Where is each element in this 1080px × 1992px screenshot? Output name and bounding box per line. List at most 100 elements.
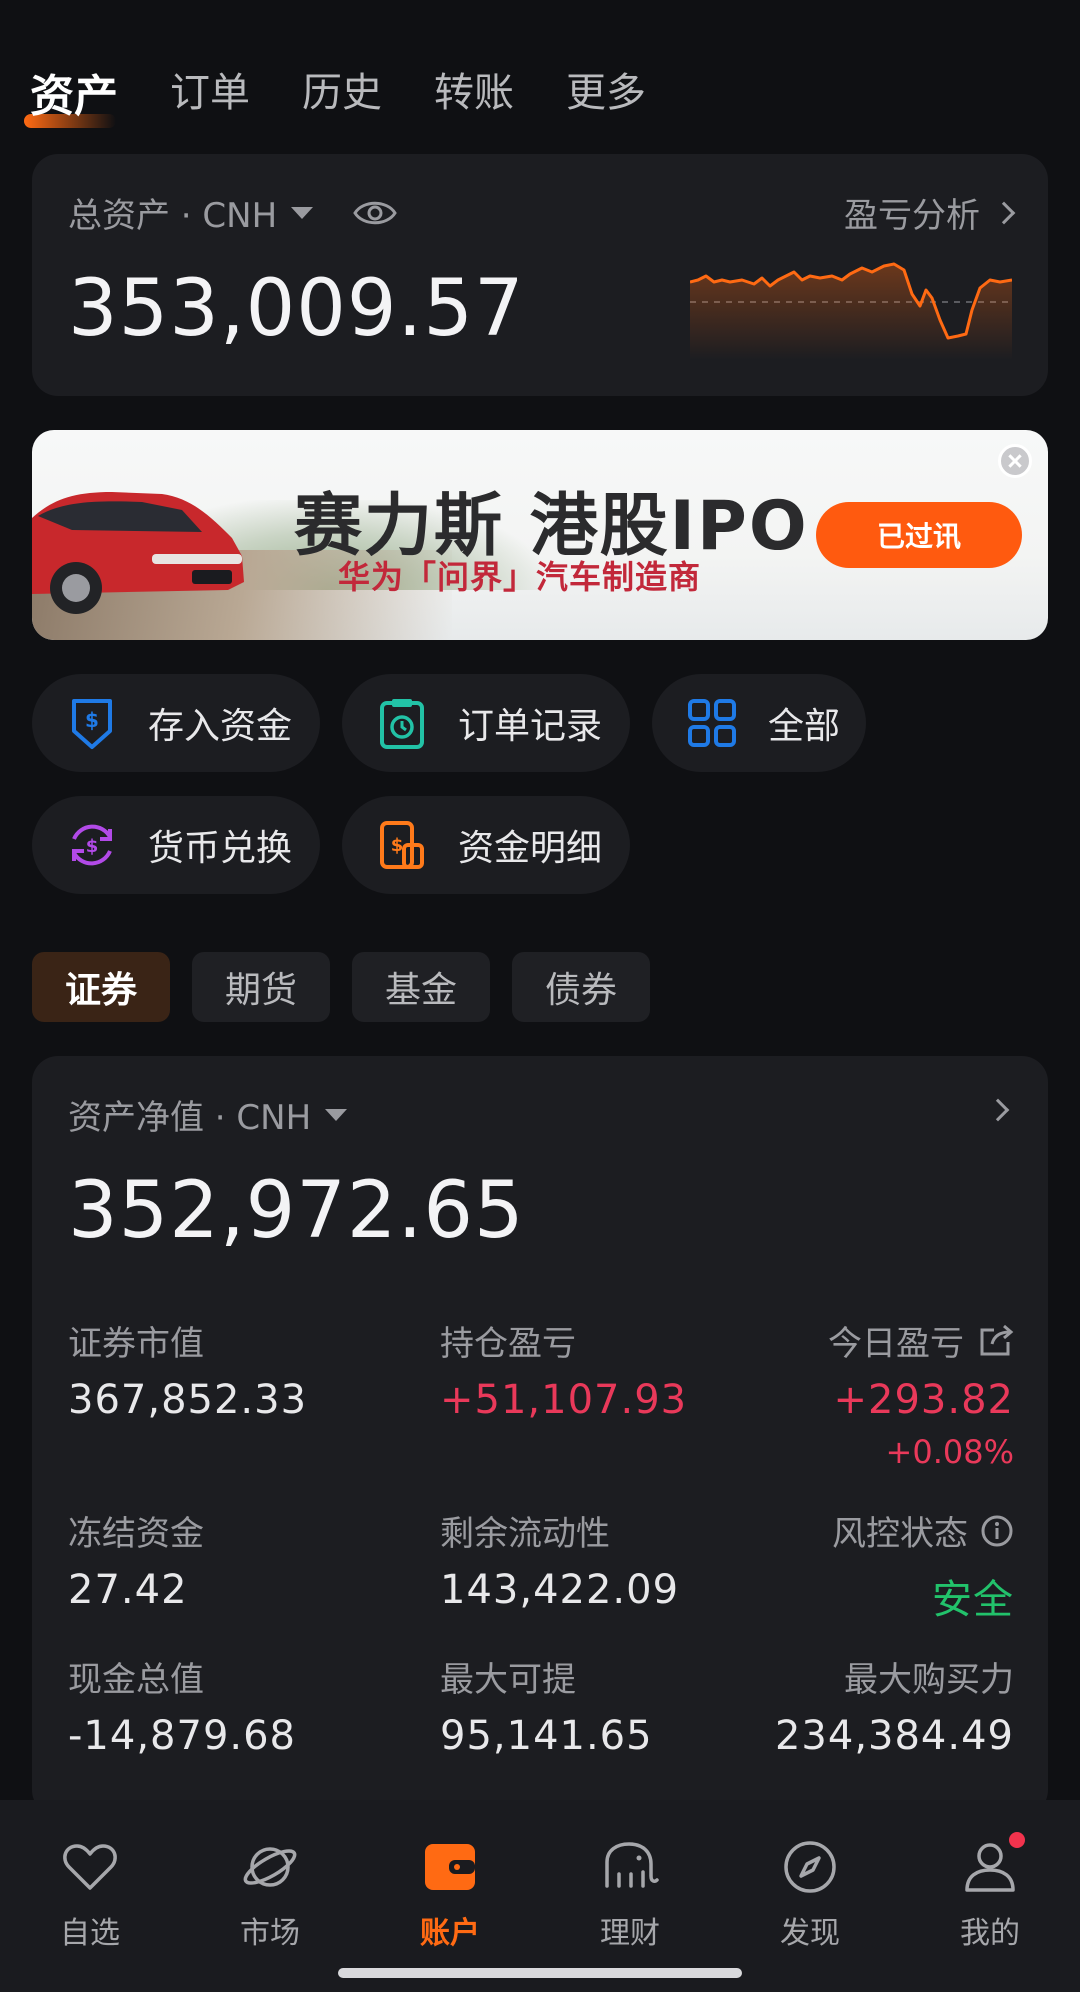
currency-exchange-button[interactable]: $ 货币兑换 (32, 796, 320, 894)
liquidity-cell: 剩余流动性 143,422.09 (440, 1506, 679, 1613)
tab-transfer[interactable]: 转账 (434, 60, 514, 124)
deposit-button[interactable]: $ 存入资金 (32, 674, 320, 772)
frozen-funds-cell: 冻结资金 27.42 (68, 1506, 204, 1613)
risk-status-cell: 风控状态 安全 (832, 1506, 1014, 1625)
max-withdraw-label: 最大可提 (440, 1660, 576, 1700)
today-pnl-value: +293.82 (833, 1377, 1014, 1423)
close-icon[interactable] (998, 444, 1032, 478)
frozen-funds-label: 冻结资金 (68, 1514, 204, 1554)
fund-details-button[interactable]: $ 资金明细 (342, 796, 630, 894)
nav-watchlist[interactable]: 自选 (15, 1836, 165, 1992)
share-icon[interactable] (976, 1324, 1014, 1358)
tab-orders[interactable]: 订单 (170, 60, 250, 124)
currency-exchange-icon: $ (72, 824, 112, 866)
nav-market[interactable]: 市场 (195, 1836, 345, 1992)
pnl-analysis-link[interactable]: 盈亏分析 (844, 188, 1016, 237)
all-actions-label: 全部 (768, 706, 841, 747)
total-assets-value: 353,009.57 (68, 264, 525, 354)
deposit-label: 存入资金 (148, 706, 293, 747)
nav-me[interactable]: 我的 (915, 1832, 1065, 1992)
frozen-funds-value: 27.42 (68, 1567, 188, 1613)
cash-total-label: 现金总值 (68, 1660, 204, 1700)
position-pnl-label: 持仓盈亏 (440, 1324, 576, 1364)
svg-text:$: $ (85, 708, 99, 732)
grid-icon (688, 699, 736, 747)
max-withdraw-value: 95,141.65 (440, 1713, 653, 1759)
compass-icon (784, 1841, 836, 1893)
svg-text:$: $ (391, 835, 404, 856)
nav-discover[interactable]: 发现 (735, 1836, 885, 1992)
today-pnl-percent: +0.08% (885, 1433, 1014, 1471)
sparkline-area (690, 264, 1012, 360)
chevron-right-icon (992, 201, 1016, 224)
banner-subtitle: 华为「问界」汽车制造商 (338, 558, 702, 596)
liquidity-value: 143,422.09 (440, 1567, 680, 1613)
tab-futures[interactable]: 期货 (192, 952, 330, 1022)
cash-total-value: -14,879.68 (68, 1713, 297, 1759)
nav-account-label: 账户 (420, 1916, 480, 1951)
order-records-button[interactable]: 订单记录 (342, 674, 630, 772)
home-indicator (338, 1968, 742, 1978)
tab-funds[interactable]: 基金 (352, 952, 490, 1022)
net-assets-card[interactable]: 资产净值 · CNH 352,972.65 证券市值 367,852.33 持仓… (32, 1056, 1048, 1816)
nav-discover-label: 发现 (780, 1916, 840, 1951)
tab-more[interactable]: 更多 (566, 60, 646, 124)
nav-watchlist-label: 自选 (60, 1916, 120, 1951)
eye-icon[interactable] (353, 198, 397, 228)
currency-dropdown-icon[interactable] (291, 206, 314, 219)
clipboard-clock-icon (380, 699, 424, 749)
account-type-tabs: 证券 期货 基金 债券 (32, 952, 650, 1022)
deposit-icon: $ (72, 699, 112, 749)
heart-icon (63, 1844, 117, 1890)
market-value-cell: 证券市值 367,852.33 (68, 1316, 307, 1423)
pnl-analysis-label: 盈亏分析 (844, 196, 980, 236)
today-pnl-cell: 今日盈亏 +293.82 +0.08% (828, 1316, 1014, 1471)
svg-text:$: $ (86, 836, 99, 857)
position-pnl-cell: 持仓盈亏 +51,107.93 (440, 1316, 687, 1423)
position-pnl-value: +51,107.93 (440, 1377, 688, 1423)
net-assets-label: 资产净值 · CNH (68, 1098, 312, 1138)
market-value-value: 367,852.33 (68, 1377, 308, 1423)
order-records-label: 订单记录 (458, 706, 603, 747)
notification-dot (1009, 1832, 1025, 1848)
tab-history[interactable]: 历史 (302, 60, 382, 124)
bottom-nav: 自选 市场 账户 理财 发现 我的 (0, 1800, 1080, 1992)
chevron-right-icon[interactable] (986, 1098, 1010, 1122)
fund-details-label: 资金明细 (458, 828, 603, 869)
top-tabs: 资产 订单 历史 转账 更多 (24, 60, 646, 128)
liquidity-label: 剩余流动性 (440, 1514, 610, 1554)
max-buying-power-label: 最大购买力 (844, 1660, 1014, 1700)
currency-exchange-label: 货币兑换 (148, 828, 293, 869)
today-pnl-label: 今日盈亏 (828, 1324, 964, 1364)
assets-sparkline[interactable] (690, 250, 1012, 360)
tab-assets[interactable]: 资产 (24, 60, 118, 128)
total-assets-card: 总资产 · CNH 盈亏分析 353,009.57 (32, 154, 1048, 396)
total-assets-label-group[interactable]: 总资产 · CNH (68, 188, 397, 237)
fund-detail-icon: $ (380, 821, 424, 869)
max-buying-power-value: 234,384.49 (774, 1713, 1014, 1759)
tab-bonds[interactable]: 债券 (512, 952, 650, 1022)
currency-dropdown-icon[interactable] (325, 1108, 348, 1121)
max-buying-power-cell: 最大购买力 234,384.49 (775, 1652, 1014, 1759)
max-withdraw-cell: 最大可提 95,141.65 (440, 1652, 653, 1759)
nav-wealth-label: 理财 (600, 1916, 660, 1951)
all-actions-button[interactable]: 全部 (652, 674, 866, 772)
net-assets-label-group[interactable]: 资产净值 · CNH (68, 1090, 348, 1139)
risk-status-value: 安全 (932, 1577, 1014, 1623)
tab-securities[interactable]: 证券 (32, 952, 170, 1022)
elephant-icon (605, 1842, 659, 1888)
info-icon[interactable] (980, 1514, 1014, 1548)
planet-icon (243, 1847, 297, 1887)
wallet-icon (425, 1844, 475, 1890)
nav-market-label: 市场 (240, 1916, 300, 1951)
ipo-banner[interactable]: 赛力斯 港股IPO 华为「问界」汽车制造商 已过讯 (32, 430, 1048, 640)
risk-status-label: 风控状态 (832, 1514, 968, 1554)
risk-status-label-group: 风控状态 (832, 1506, 1014, 1555)
car-image (32, 492, 244, 614)
nav-me-label: 我的 (960, 1916, 1020, 1951)
cash-total-cell: 现金总值 -14,879.68 (68, 1652, 296, 1759)
banner-cta-button[interactable]: 已过讯 (816, 502, 1022, 568)
net-assets-value: 352,972.65 (68, 1166, 525, 1256)
total-assets-label: 总资产 · CNH (68, 196, 278, 236)
today-pnl-label-group: 今日盈亏 (828, 1316, 1014, 1365)
